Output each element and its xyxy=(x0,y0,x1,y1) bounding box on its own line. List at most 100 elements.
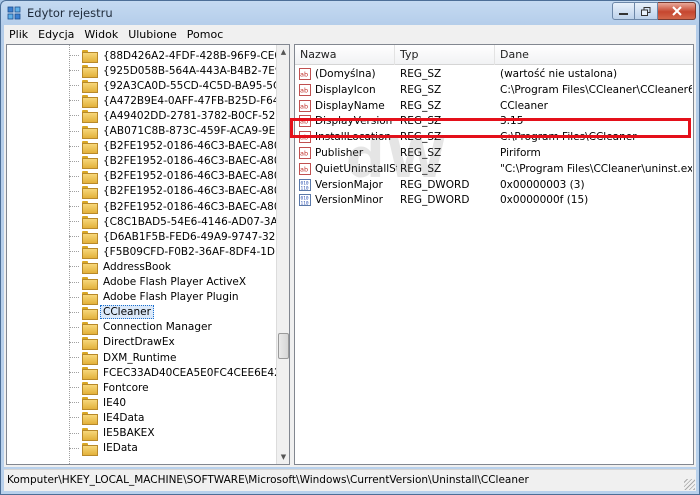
tree-item[interactable]: Adobe Flash Player Plugin xyxy=(7,290,242,305)
tree-item[interactable]: {A49402DD-2781-3782-B0CF-52BDA349E xyxy=(7,108,277,124)
folder-icon xyxy=(82,321,98,335)
folder-icon xyxy=(82,276,98,290)
folder-icon xyxy=(82,231,98,245)
tree-item[interactable]: IE5BAKEX xyxy=(7,426,158,441)
value-row[interactable]: ab DisplayIcon REG_SZ C:\Program Files\CCle… xyxy=(295,82,693,98)
tree-item[interactable]: {B2FE1952-0186-46C3-BAEC-A80AA35AC xyxy=(7,199,277,214)
tree-item-label: {B2FE1952-0186-46C3-BAEC-A80AA35AC xyxy=(103,200,277,213)
value-name: VersionMajor xyxy=(315,178,383,191)
minimize-button[interactable] xyxy=(612,2,635,20)
menu-pomoc[interactable]: Pomoc xyxy=(182,28,228,41)
value-name: VersionMinor xyxy=(315,194,383,207)
column-header-name[interactable]: Nazwa xyxy=(295,45,395,65)
tree-connector xyxy=(69,55,79,56)
folder-icon xyxy=(82,382,98,396)
value-name: DisplayName xyxy=(315,99,385,112)
tree-item[interactable]: {B2FE1952-0186-46C3-BAEC-A80AA35AC xyxy=(7,169,277,184)
tree-item[interactable]: Connection Manager xyxy=(7,320,215,335)
tree-item-label: {B2FE1952-0186-46C3-BAEC-A80AA35AC xyxy=(103,140,277,153)
tree-item[interactable]: IE40 xyxy=(7,395,129,411)
value-row[interactable]: ab QuietUninstallSt...REG_SZ "C:\Program F… xyxy=(295,161,693,177)
value-row[interactable]: ab DisplayVersion REG_SZ 3.15 xyxy=(295,113,693,129)
client-area: {88D426A2-4FDF-428B-96F9-CE04F413D5 {925D… xyxy=(4,43,696,467)
tree-item[interactable]: {C8C1BAD5-54E6-4146-AD07-3A8AD365 xyxy=(7,214,277,230)
tree-connector xyxy=(69,281,79,283)
value-type: REG_SZ xyxy=(400,147,442,159)
column-header-type[interactable]: Typ xyxy=(395,45,495,65)
tree-item[interactable]: {B2FE1952-0186-46C3-BAEC-A80AA35AC xyxy=(7,139,277,154)
value-row[interactable]: ab Publisher REG_SZ Piriform xyxy=(295,145,693,161)
tree-connector xyxy=(69,341,79,343)
tree-item[interactable]: {925D058B-564A-443A-B4B2-7E90C6432E xyxy=(7,63,277,79)
value-row[interactable]: 010 110 VersionMajor REG_DWORD 0x00000003 (3… xyxy=(295,177,693,193)
tree-item-label: {A49402DD-2781-3782-B0CF-52BDA349E xyxy=(103,109,277,122)
close-icon xyxy=(671,6,682,16)
minimize-icon xyxy=(619,12,628,15)
tree-connector xyxy=(69,221,79,223)
tree-item[interactable]: Fontcore xyxy=(7,380,152,396)
resize-grip-icon[interactable] xyxy=(684,479,695,490)
tree-item[interactable]: DXM_Runtime xyxy=(7,350,179,365)
value-row[interactable]: ab (Domyślna) REG_SZ (wartość nie ustalona) xyxy=(295,66,693,82)
tree-connector xyxy=(69,100,79,102)
tree-item-label: {A472B9E4-0AFF-47FB-B25D-F64FB84FF xyxy=(103,94,277,107)
tree-item[interactable]: Adobe Flash Player ActiveX xyxy=(7,275,249,290)
tree-item-label: Adobe Flash Player ActiveX xyxy=(103,276,247,288)
scroll-up-arrow-icon[interactable]: ▲ xyxy=(277,45,289,59)
value-row[interactable]: ab InstallLocation REG_SZ C:\Program Files\… xyxy=(295,129,693,145)
tree-item[interactable]: {92A3CA0D-55CD-4C5D-BA95-5C2600C2 xyxy=(7,78,277,94)
menu-widok[interactable]: Widok xyxy=(79,28,123,41)
tree-item[interactable]: {B2FE1952-0186-46C3-BAEC-A80AA35AC xyxy=(7,154,277,169)
registry-tree-pane[interactable]: {88D426A2-4FDF-428B-96F9-CE04F413D5 {925D… xyxy=(6,44,290,465)
scroll-thumb[interactable] xyxy=(278,333,289,359)
value-data: (wartość nie ustalona) xyxy=(500,68,618,80)
tree-item-label: {F5B09CFD-F0B2-36AF-8DF4-1DF6B63FC xyxy=(103,245,277,258)
tree-item[interactable]: {D6AB1F5B-FED6-49A9-9747-327BD28FB xyxy=(7,229,277,245)
tree-item[interactable]: FCEC33AD40CEA5E0FC4CEE6E42041A0D xyxy=(7,365,277,381)
tree-item[interactable]: {B2FE1952-0186-46C3-BAEC-A80AA35AC xyxy=(7,184,277,199)
tree-connector xyxy=(69,175,79,177)
value-type: REG_SZ xyxy=(400,115,442,128)
tree-item-label: {B2FE1952-0186-46C3-BAEC-A80AA35AC xyxy=(103,155,277,168)
menu-plik[interactable]: Plik xyxy=(4,28,33,41)
tree-item[interactable]: IEData xyxy=(7,441,141,456)
value-type: REG_DWORD xyxy=(400,194,470,207)
tree-item[interactable]: IE4Data xyxy=(7,410,147,426)
tree-item-label: {B2FE1952-0186-46C3-BAEC-A80AA35AC xyxy=(103,185,277,198)
tree-item[interactable]: {A472B9E4-0AFF-47FB-B25D-F64FB84FF xyxy=(7,93,277,109)
dword-value-icon: 010110 xyxy=(299,178,311,191)
tree-item-label: {B2FE1952-0186-46C3-BAEC-A80AA35AC xyxy=(103,170,277,183)
tree-vertical-scrollbar[interactable]: ▲ ▼ xyxy=(276,45,289,464)
tree-item[interactable]: {AB071C8B-873C-459F-ACA9-9EBE03C3E xyxy=(7,124,277,139)
maximize-button[interactable] xyxy=(635,2,658,20)
tree-item[interactable]: DirectDrawEx xyxy=(7,335,178,350)
tree-connector xyxy=(69,160,79,162)
value-type: REG_SZ xyxy=(400,162,442,175)
tree-item[interactable]: {88D426A2-4FDF-428B-96F9-CE04F413D5 xyxy=(7,48,277,63)
tree-item[interactable]: AddressBook xyxy=(7,259,174,275)
string-value-icon: ab xyxy=(299,131,311,144)
tree-connector xyxy=(69,311,79,313)
folder-icon xyxy=(82,397,98,411)
tree-item[interactable]: {F5B09CFD-F0B2-36AF-8DF4-1DF6B63FC xyxy=(7,244,277,260)
scroll-down-arrow-icon[interactable]: ▼ xyxy=(277,450,289,464)
menu-ulubione[interactable]: Ulubione xyxy=(123,28,182,41)
tree-item[interactable]: CCleaner xyxy=(7,305,154,320)
tree-item-label: CCleaner xyxy=(100,305,154,320)
folder-icon xyxy=(82,201,98,214)
tree-item-label: Fontcore xyxy=(103,381,149,394)
value-row[interactable]: 010 110 VersionMinor REG_DWORD 0x0000000f (1… xyxy=(295,192,693,208)
value-name: DisplayVersion xyxy=(315,115,393,128)
folder-icon xyxy=(82,110,98,124)
svg-text:ab: ab xyxy=(300,86,308,94)
string-value-icon: ab xyxy=(299,68,311,80)
column-header-data[interactable]: Dane xyxy=(495,45,693,65)
close-button[interactable] xyxy=(658,2,696,20)
menu-edycja[interactable]: Edycja xyxy=(33,28,79,41)
tree-connector xyxy=(69,130,79,132)
value-type: REG_SZ xyxy=(400,83,442,96)
title-bar[interactable]: Edytor rejestru xyxy=(1,1,699,25)
values-list-pane[interactable]: Nazwa Typ Dane ab (Domyślna) REG_SZ (wartoś… xyxy=(294,44,694,465)
value-row[interactable]: ab DisplayName REG_SZ CCleaner xyxy=(295,98,693,114)
tree-connector xyxy=(69,402,79,404)
